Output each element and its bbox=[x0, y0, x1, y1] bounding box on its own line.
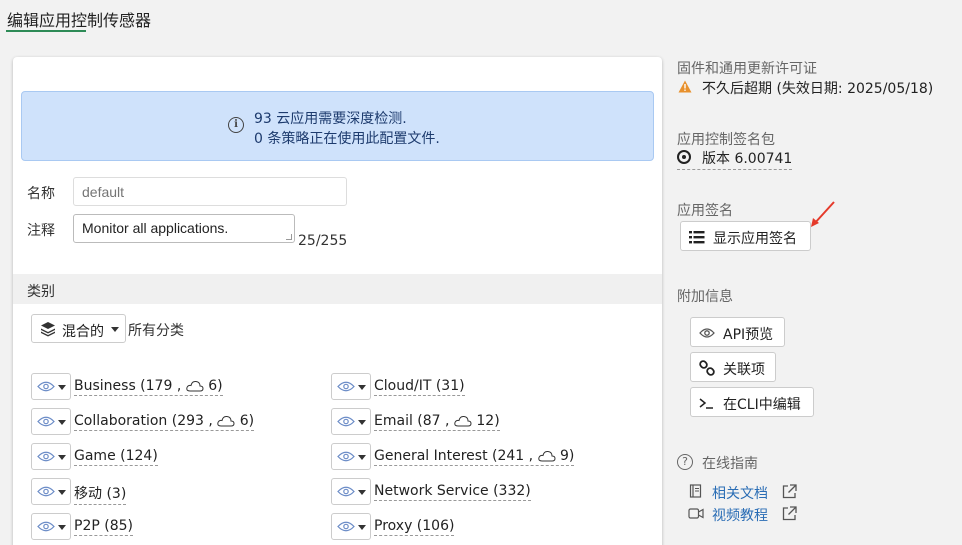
references-button[interactable]: 关联项 bbox=[690, 352, 776, 382]
chevron-down-icon bbox=[58, 525, 66, 530]
category-label[interactable]: 移动 (3) bbox=[74, 483, 127, 505]
chevron-down-icon bbox=[358, 455, 366, 460]
cloud-icon bbox=[186, 380, 204, 392]
category-action-dropdown[interactable] bbox=[31, 443, 71, 470]
video-tutorial-link[interactable]: 视频教程 bbox=[712, 505, 768, 525]
name-label: 名称 bbox=[27, 186, 55, 202]
references-label: 关联项 bbox=[723, 362, 765, 378]
eye-icon bbox=[337, 381, 355, 392]
char-count: 25/255 bbox=[298, 233, 348, 249]
title-bar: 编辑应用控制传感器 bbox=[0, 0, 962, 42]
show-app-signatures-button[interactable]: 显示应用签名 bbox=[680, 221, 811, 251]
title-underline bbox=[6, 30, 86, 32]
cloud-icon bbox=[454, 415, 472, 427]
license-title: 固件和通用更新许可证 bbox=[677, 61, 817, 77]
api-preview-button[interactable]: API预览 bbox=[690, 317, 785, 347]
sigpack-title: 应用控制签名包 bbox=[677, 132, 775, 148]
eye-icon bbox=[337, 451, 355, 462]
eye-icon bbox=[37, 416, 55, 427]
name-input[interactable] bbox=[73, 177, 347, 206]
category-action-dropdown[interactable] bbox=[31, 373, 71, 400]
chevron-down-icon bbox=[358, 490, 366, 495]
appsig-title: 应用签名 bbox=[677, 203, 733, 219]
info-icon: i bbox=[228, 117, 244, 133]
info-line-1: 93 云应用需要深度检测. bbox=[254, 111, 407, 127]
category-label[interactable]: P2P (85) bbox=[74, 518, 133, 536]
cloud-icon bbox=[217, 415, 235, 427]
category-label[interactable]: Email (87 , 12) bbox=[374, 413, 500, 431]
category-action-dropdown[interactable] bbox=[331, 478, 371, 505]
category-action-dropdown[interactable] bbox=[331, 443, 371, 470]
info-line-2: 0 条策略正在使用此配置文件. bbox=[254, 131, 440, 147]
online-guide-title: 在线指南 bbox=[702, 456, 758, 472]
related-docs-link[interactable]: 相关文档 bbox=[712, 483, 768, 503]
chevron-down-icon bbox=[58, 455, 66, 460]
chevron-down-icon bbox=[58, 490, 66, 495]
extra-info-title: 附加信息 bbox=[677, 289, 733, 305]
resize-grip[interactable] bbox=[286, 234, 292, 240]
cloud-icon bbox=[537, 450, 556, 462]
eye-icon bbox=[337, 486, 355, 497]
eye-icon bbox=[37, 521, 55, 532]
eye-icon bbox=[699, 328, 715, 338]
link-icon bbox=[699, 360, 715, 376]
edit-in-cli-label: 在CLI中编辑 bbox=[723, 397, 801, 413]
category-label[interactable]: General Interest (241 , 9) bbox=[374, 448, 575, 466]
license-status: 不久后超期 (失效日期: 2025/05/18) bbox=[702, 81, 934, 97]
eye-icon bbox=[37, 486, 55, 497]
page-title: 编辑应用控制传感器 bbox=[7, 11, 152, 30]
all-categories-label: 所有分类 bbox=[128, 323, 184, 339]
show-app-signatures-label: 显示应用签名 bbox=[713, 231, 797, 247]
chevron-down-icon bbox=[358, 420, 366, 425]
external-link-icon[interactable] bbox=[782, 506, 797, 521]
category-label[interactable]: Network Service (332) bbox=[374, 483, 531, 501]
chevron-down-icon bbox=[358, 525, 366, 530]
main-card: i 93 云应用需要深度检测. 0 条策略正在使用此配置文件. 名称 注释 Mo… bbox=[13, 57, 662, 545]
external-link-icon[interactable] bbox=[782, 484, 797, 499]
book-icon bbox=[689, 484, 702, 498]
mixed-label: 混合的 bbox=[62, 324, 104, 340]
category-action-dropdown[interactable] bbox=[31, 513, 71, 540]
list-icon bbox=[689, 231, 705, 244]
category-action-dropdown[interactable] bbox=[31, 478, 71, 505]
video-icon bbox=[688, 508, 704, 519]
category-label[interactable]: Business (179 , 6) bbox=[74, 378, 223, 396]
terminal-icon bbox=[699, 398, 713, 409]
sigpack-version[interactable]: 版本 6.00741 bbox=[677, 148, 793, 170]
info-banner: i 93 云应用需要深度检测. 0 条策略正在使用此配置文件. bbox=[21, 91, 654, 161]
eye-icon bbox=[337, 416, 355, 427]
category-header-label: 类别 bbox=[27, 284, 55, 300]
category-label[interactable]: Cloud/IT (31) bbox=[374, 378, 465, 396]
category-label[interactable]: Collaboration (293 , 6) bbox=[74, 413, 255, 431]
chevron-down-icon bbox=[358, 385, 366, 390]
api-preview-label: API预览 bbox=[723, 327, 774, 343]
category-action-dropdown[interactable] bbox=[331, 373, 371, 400]
comment-textarea[interactable]: Monitor all applications. bbox=[73, 214, 295, 243]
eye-icon bbox=[37, 451, 55, 462]
category-action-dropdown[interactable] bbox=[331, 513, 371, 540]
category-action-dropdown[interactable] bbox=[331, 408, 371, 435]
chevron-down-icon bbox=[58, 420, 66, 425]
chevron-down-icon bbox=[111, 327, 119, 332]
category-label[interactable]: Proxy (106) bbox=[374, 518, 455, 536]
edit-in-cli-button[interactable]: 在CLI中编辑 bbox=[690, 387, 814, 417]
comment-label: 注释 bbox=[27, 223, 55, 239]
category-label[interactable]: Game (124) bbox=[74, 448, 158, 466]
chevron-down-icon bbox=[58, 385, 66, 390]
category-section-header: 类别 bbox=[13, 274, 662, 304]
help-icon: ? bbox=[677, 454, 693, 470]
mixed-action-dropdown[interactable]: 混合的 bbox=[31, 314, 126, 343]
comment-text: Monitor all applications. bbox=[82, 220, 229, 236]
annotation-arrow bbox=[811, 201, 835, 227]
eye-icon bbox=[337, 521, 355, 532]
layers-icon bbox=[41, 322, 55, 337]
warning-icon bbox=[678, 80, 692, 93]
category-action-dropdown[interactable] bbox=[31, 408, 71, 435]
eye-icon bbox=[37, 381, 55, 392]
